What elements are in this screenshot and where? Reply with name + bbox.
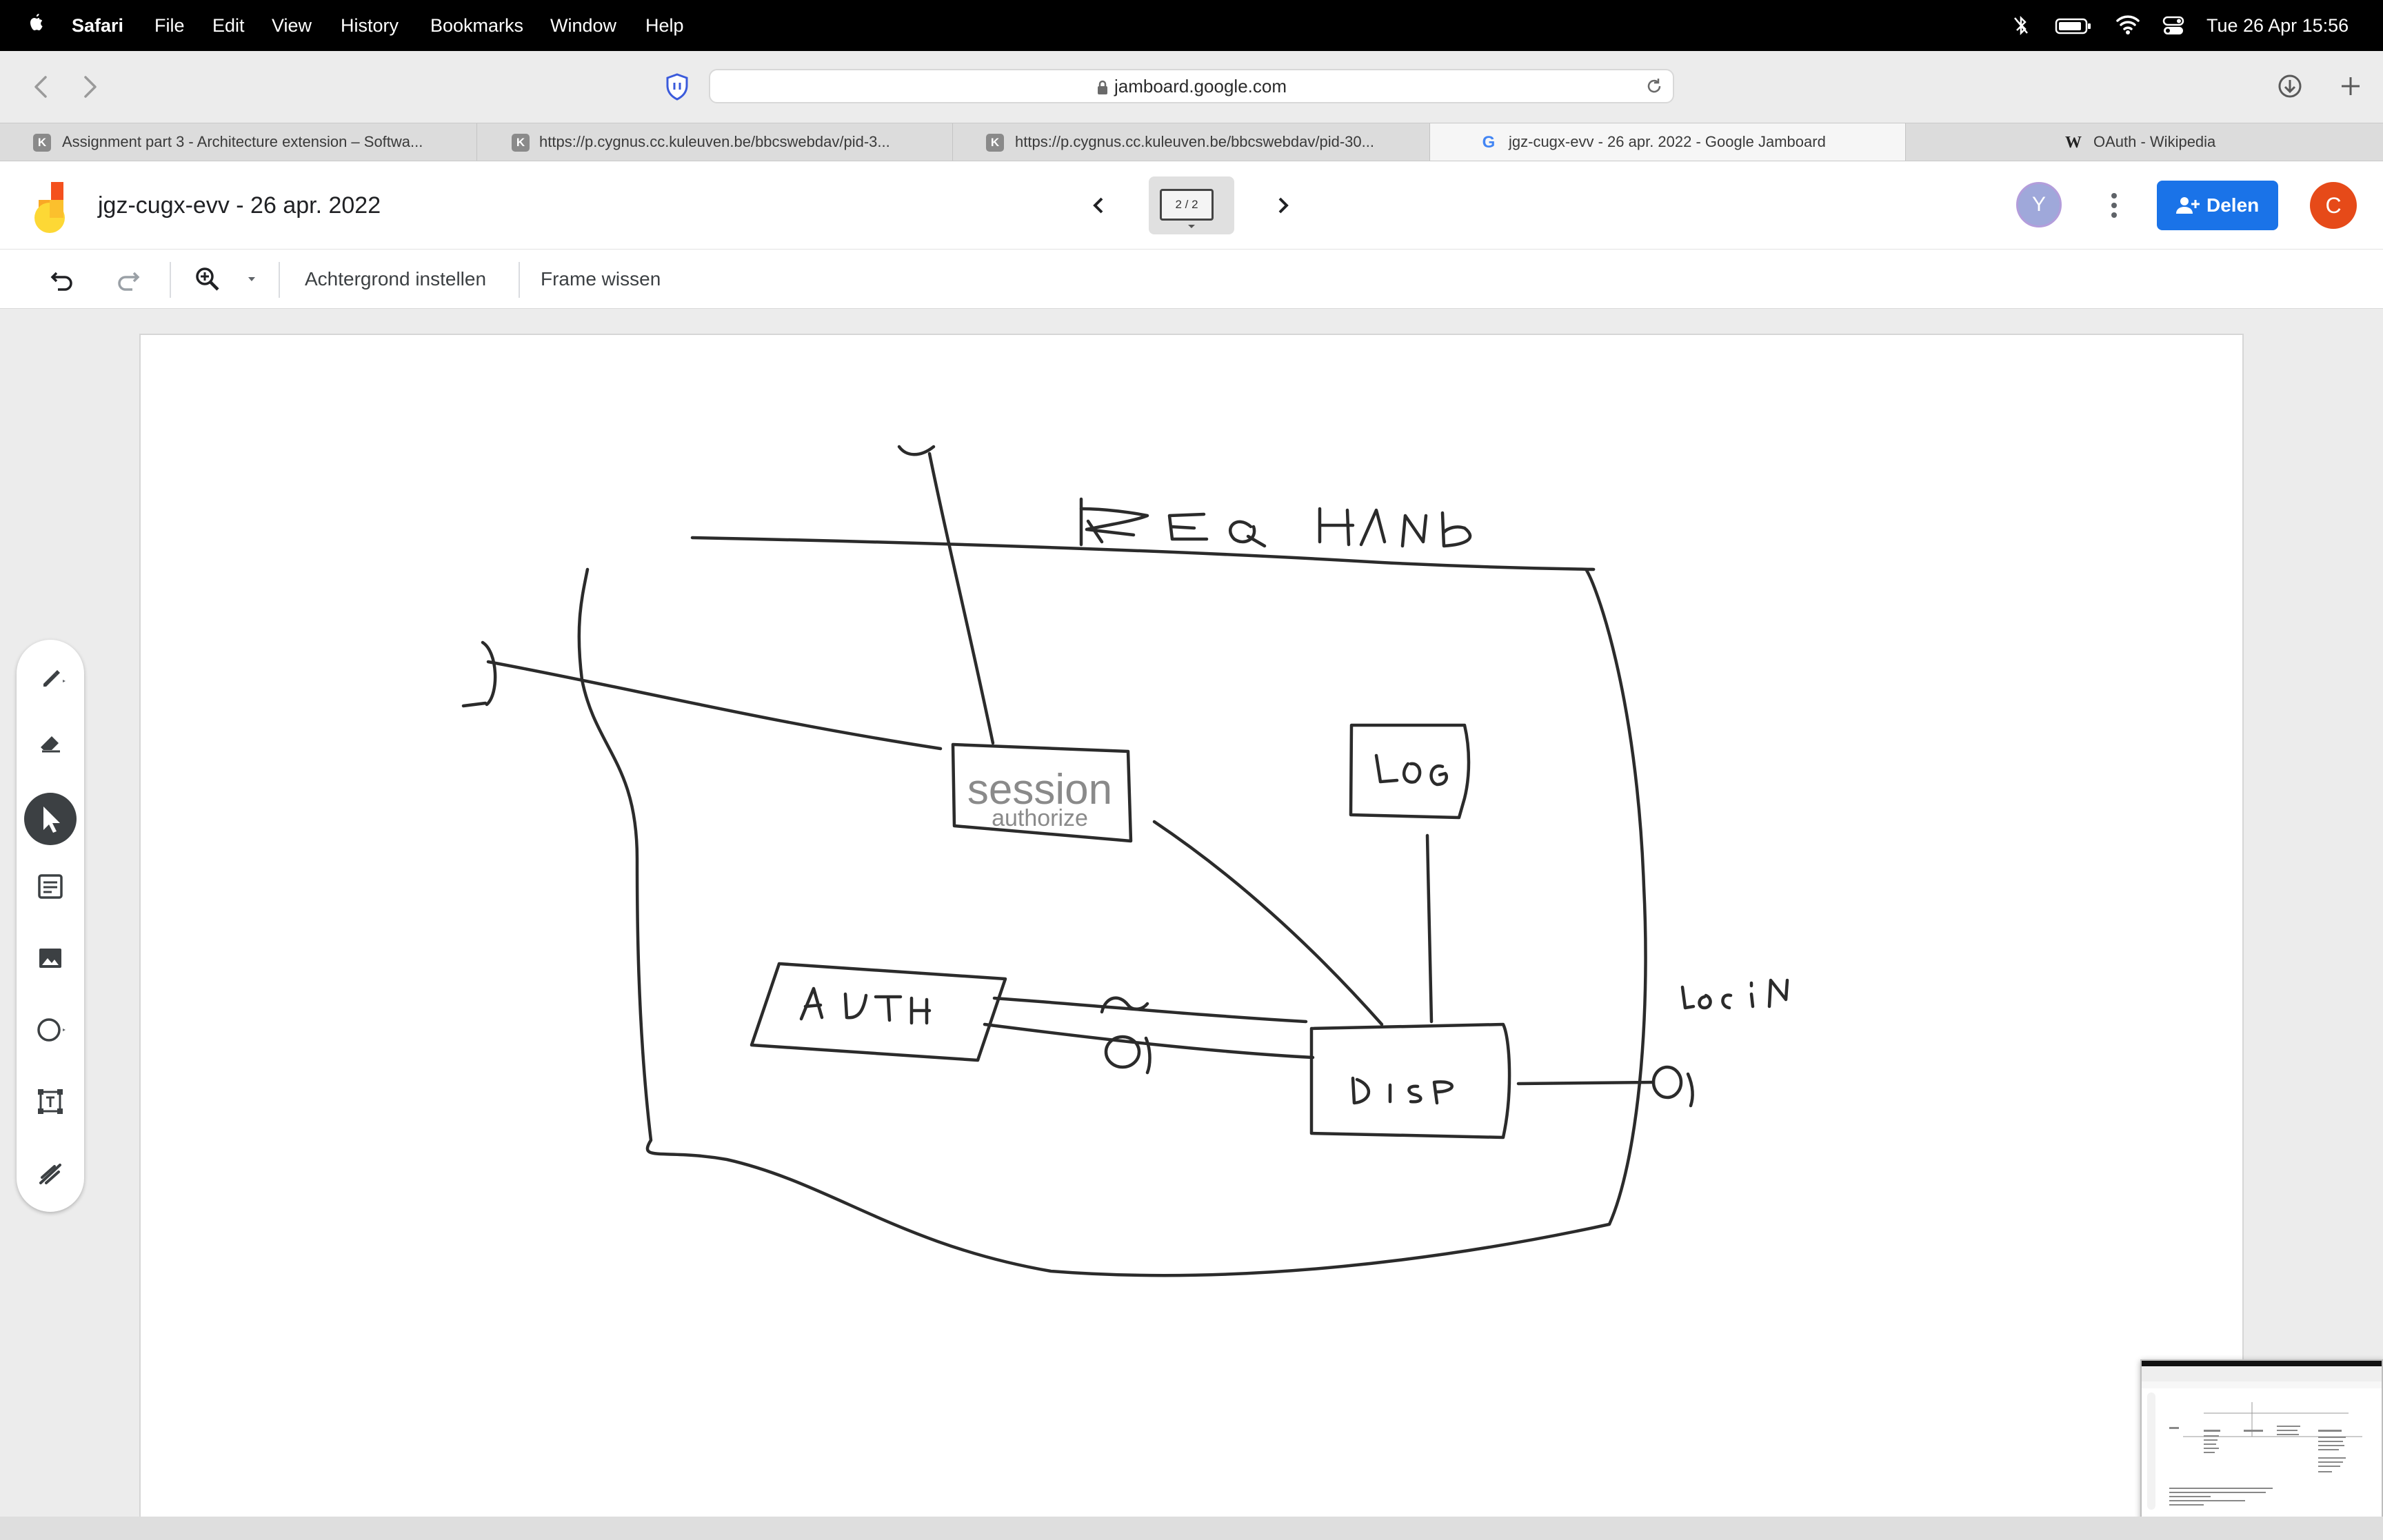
lock-icon: [1096, 79, 1109, 96]
wifi-icon[interactable]: [2115, 0, 2140, 51]
menubar-datetime[interactable]: Tue 26 Apr 15:56: [2206, 0, 2349, 51]
user-avatar[interactable]: C: [2310, 182, 2357, 229]
circle-icon[interactable]: [28, 1008, 72, 1052]
apple-icon[interactable]: [26, 0, 46, 51]
login-connector-line: [1516, 1080, 1656, 1086]
tab-label: https://p.cygnus.cc.kuleuven.be/bbcswebd…: [539, 133, 890, 150]
menubar-app-name[interactable]: Safari: [72, 0, 123, 51]
next-frame-icon[interactable]: [1273, 190, 1294, 221]
clear-frame-button[interactable]: Frame wissen: [541, 250, 661, 309]
chevron-down-icon: [1186, 223, 1197, 230]
share-label: Delen: [2206, 194, 2260, 216]
menubar-bookmarks[interactable]: Bookmarks: [430, 0, 523, 51]
jamboard-logo[interactable]: [29, 179, 72, 234]
reload-icon[interactable]: [1644, 76, 1665, 97]
session-disp-line: [1152, 820, 1384, 1026]
set-background-button[interactable]: Achtergrond instellen: [305, 250, 486, 309]
disp-text: [1351, 1076, 1454, 1105]
log-text: [1374, 753, 1449, 787]
board-title[interactable]: jgz-cugx-evv - 26 apr. 2022: [98, 161, 381, 250]
tab-assignment[interactable]: K Assignment part 3 - Architecture exten…: [0, 123, 477, 161]
whiteboard-drawing[interactable]: session authorize: [141, 335, 2242, 1518]
divider: [519, 262, 520, 298]
frame-bar-toggle[interactable]: 2 / 2: [1149, 176, 1234, 234]
screenshot-thumbnail[interactable]: [2140, 1359, 2383, 1522]
menubar-history[interactable]: History: [341, 0, 399, 51]
authorize-label[interactable]: authorize: [992, 805, 1088, 831]
menubar-help[interactable]: Help: [645, 0, 684, 51]
shield-icon[interactable]: [663, 70, 691, 103]
eraser-icon[interactable]: [28, 720, 72, 764]
thumbnail-preview-image: [2142, 1361, 2382, 1510]
kuleuven-favicon-icon: K: [986, 134, 1004, 152]
viewer-avatar[interactable]: Y: [2016, 182, 2062, 227]
left-connector-line: [486, 660, 943, 751]
laser-icon[interactable]: [28, 1151, 72, 1195]
tab-label: Assignment part 3 - Architecture extensi…: [62, 133, 423, 150]
tab-cygnus-2[interactable]: K https://p.cygnus.cc.kuleuven.be/bbcswe…: [953, 123, 1430, 161]
back-icon[interactable]: [28, 72, 55, 102]
tab-oauth-wikipedia[interactable]: W OAuth - Wikipedia: [1906, 123, 2383, 161]
left-socket: [461, 640, 497, 708]
tab-bar: K Assignment part 3 - Architecture exten…: [0, 123, 2383, 161]
sticky-note-icon[interactable]: [28, 864, 72, 909]
frame-indicator: 2 / 2: [1160, 189, 1214, 221]
zoom-dropdown-icon[interactable]: [245, 274, 258, 284]
more-vert-icon[interactable]: [2104, 188, 2124, 223]
new-tab-icon[interactable]: [2333, 69, 2368, 103]
wikipedia-favicon-icon: W: [2065, 134, 2082, 152]
tab-cygnus-1[interactable]: K https://p.cygnus.cc.kuleuven.be/bbcswe…: [477, 123, 953, 161]
pen-icon[interactable]: [28, 655, 72, 699]
previous-frame-icon[interactable]: [1088, 190, 1109, 221]
disp-box-outline: [1309, 1022, 1511, 1139]
kuleuven-favicon-icon: K: [512, 134, 530, 152]
bottom-strip: [0, 1517, 2383, 1540]
menubar-window[interactable]: Window: [550, 0, 616, 51]
battery-icon[interactable]: [2055, 0, 2092, 51]
tab-label: OAuth - Wikipedia: [2093, 133, 2216, 150]
macos-menubar: Safari File Edit View History Bookmarks …: [0, 0, 2383, 51]
bluetooth-icon[interactable]: [2012, 0, 2030, 51]
forward-icon[interactable]: [76, 72, 103, 102]
top-connector-line: [927, 452, 995, 745]
tab-label: jgz-cugx-evv - 26 apr. 2022 - Google Jam…: [1509, 133, 1826, 150]
select-icon[interactable]: [24, 793, 77, 845]
menubar-file[interactable]: File: [154, 0, 185, 51]
login-text: [1680, 978, 1789, 1010]
jamboard-toolbar: Achtergrond instellen Frame wissen: [0, 250, 2383, 309]
tab-jamboard[interactable]: G jgz-cugx-evv - 26 apr. 2022 - Google J…: [1430, 123, 1906, 161]
zoom-icon[interactable]: [193, 265, 222, 294]
divider: [170, 262, 171, 298]
download-icon[interactable]: [2273, 69, 2307, 103]
log-box-outline: [1349, 723, 1471, 820]
req-hand-text: [1079, 497, 1472, 548]
login-ball: [1651, 1065, 1683, 1100]
req-hand-boundary: [577, 536, 1647, 1277]
person-add-icon: [2175, 196, 2200, 215]
redo-icon[interactable]: [113, 265, 142, 294]
kuleuven-favicon-icon: K: [33, 134, 51, 152]
image-icon[interactable]: [28, 936, 72, 980]
menubar-edit[interactable]: Edit: [212, 0, 245, 51]
jamboard-header: jgz-cugx-evv - 26 apr. 2022 2 / 2 Y Dele…: [0, 161, 2383, 250]
undo-icon[interactable]: [48, 265, 77, 294]
text-box-icon[interactable]: [28, 1080, 72, 1124]
url-text: jamboard.google.com: [1114, 76, 1287, 97]
tab-label: https://p.cygnus.cc.kuleuven.be/bbcswebd…: [1015, 133, 1374, 150]
google-favicon-icon: G: [1482, 133, 1496, 152]
address-bar[interactable]: jamboard.google.com: [709, 69, 1674, 103]
divider: [279, 262, 280, 298]
auth-box-outline: [750, 962, 1007, 1062]
jam-frame[interactable]: session authorize: [139, 334, 2244, 1519]
auth-text: [799, 986, 932, 1025]
auth-disp-upper-line: [992, 996, 1308, 1024]
control-center-icon[interactable]: [2162, 0, 2184, 51]
menubar-view[interactable]: View: [272, 0, 312, 51]
address-bar-text[interactable]: jamboard.google.com: [710, 70, 1673, 102]
log-disp-line: [1425, 833, 1434, 1024]
share-button[interactable]: Delen: [2157, 181, 2278, 230]
side-toolbar: [17, 640, 84, 1212]
